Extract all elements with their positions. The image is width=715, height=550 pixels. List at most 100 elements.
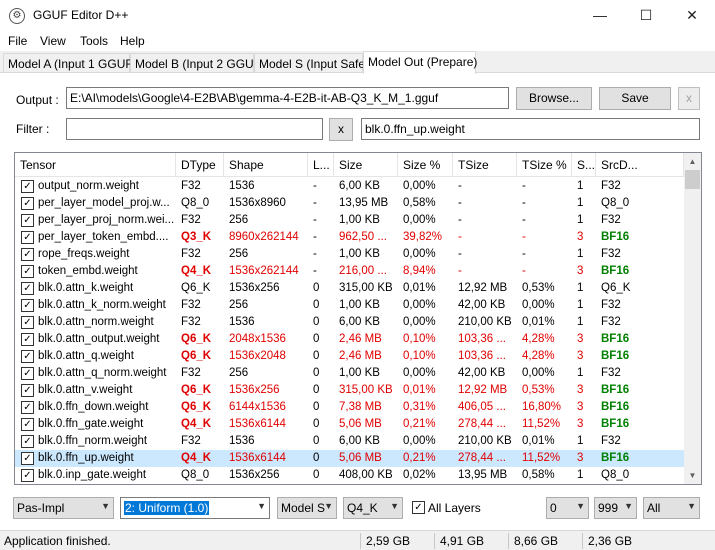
table-row[interactable]: ✓ blk.0.attn_q.weight Q6_K 1536x2048 0 2,46 M… (15, 348, 684, 365)
table-row[interactable]: ✓ blk.0.ffn_norm.weight F32 1536 0 6,00 KB 0,0… (15, 433, 684, 450)
cell-layer: 0 (313, 401, 320, 413)
cell-shape: 1536 (229, 316, 255, 328)
scroll-down-icon[interactable]: ▼ (684, 467, 701, 484)
maximize-button[interactable]: ☐ (623, 0, 669, 31)
table-row[interactable]: ✓ output_norm.weight F32 1536-6,00 KB 0,00% -… (15, 178, 684, 195)
cell-s: 3 (577, 401, 584, 413)
clear-output-button[interactable]: x (678, 87, 700, 110)
cell-tsize: - (458, 197, 462, 209)
cell-tsize-pct: 11,52% (522, 452, 561, 464)
clear-filter-button[interactable]: x (329, 118, 353, 141)
cell-size: 1,00 KB (339, 214, 380, 226)
col-dtype[interactable]: DType (176, 153, 224, 177)
col-tensor[interactable]: Tensor (15, 153, 176, 177)
cell-size: 216,00 ... (339, 265, 387, 277)
table-row[interactable]: ✓ blk.0.attn_norm.weight F32 1536 0 6,00 KB 0,… (15, 314, 684, 331)
menu-view[interactable]: View (40, 34, 66, 48)
scroll-thumb[interactable] (685, 170, 700, 189)
filter-input[interactable] (66, 118, 323, 140)
model-select[interactable]: Model S ▼ (277, 497, 337, 519)
table-row[interactable]: ✓ blk.0.attn_output.weight Q6_K 2048x1536 0 2… (15, 331, 684, 348)
cell-shape: 1536x256 (229, 384, 280, 396)
table-row[interactable]: ✓ blk.0.ffn_gate.weight Q4_K 1536x6144 0 5,06… (15, 416, 684, 433)
tab-model-s[interactable]: Model S (Input Safe) (254, 53, 369, 73)
cell-size-pct: 0,00% (403, 299, 436, 311)
selected-tensor-field[interactable]: blk.0.ffn_up.weight (361, 118, 700, 140)
cell-tensor: blk.0.ffn_norm.weight (38, 435, 148, 447)
minimize-button[interactable]: — (577, 0, 623, 31)
cell-size-pct: 0,58% (403, 197, 436, 209)
save-button[interactable]: Save (599, 87, 671, 110)
cell-size-pct: 0,02% (403, 469, 436, 481)
cell-src-dtype: BF16 (601, 231, 630, 243)
menu-tools[interactable]: Tools (80, 34, 108, 48)
table-row[interactable]: ✓ per_layer_token_embd.... Q3_K 8960x262144… (15, 229, 684, 246)
cell-s: 1 (577, 214, 584, 226)
scope-select[interactable]: All ▼ (643, 497, 700, 519)
cell-shape: 1536x262144 (229, 265, 299, 277)
cell-tsize: 42,00 KB (458, 367, 506, 379)
tensor-list[interactable]: Tensor DType Shape L... Size Size % TSiz… (14, 152, 702, 485)
table-row[interactable]: ✓ blk.0.ffn_up.weight Q4_K 1536x6144 0 5,06 M… (15, 450, 684, 467)
cell-size: 7,38 MB (339, 401, 382, 413)
impl-select[interactable]: Pas-Impl ▼ (13, 497, 114, 519)
close-button[interactable]: ✕ (669, 0, 715, 31)
cell-src-dtype: BF16 (601, 401, 630, 413)
cell-tensor: blk.0.ffn_up.weight (38, 452, 134, 464)
table-row[interactable]: ✓ blk.0.attn_q_norm.weight F32 256 0 1,00 KB 0… (15, 365, 684, 382)
browse-button[interactable]: Browse... (516, 87, 592, 110)
filter-label: Filter : (16, 122, 50, 136)
cell-tensor: blk.0.attn_q_norm.weight (38, 367, 167, 379)
mode-select-value: 2: Uniform (1.0) (124, 501, 210, 515)
cell-layer: 0 (313, 282, 320, 294)
scroll-up-icon[interactable]: ▲ (684, 153, 701, 170)
cell-size-pct: 0,00% (403, 316, 436, 328)
table-row[interactable]: ✓ token_embd.weight Q4_K 1536x262144-216,00… (15, 263, 684, 280)
layer-from-select[interactable]: 0 ▼ (546, 497, 589, 519)
layer-to-select[interactable]: 999 ▼ (594, 497, 637, 519)
col-src-dtype[interactable]: SrcD... (596, 153, 684, 177)
cell-size-pct: 0,10% (403, 350, 436, 362)
menu-file[interactable]: File (8, 34, 27, 48)
tab-model-b[interactable]: Model B (Input 2 GGUF) (130, 53, 265, 73)
col-layer[interactable]: L... (308, 153, 334, 177)
all-layers-checkbox[interactable]: ✓ (412, 501, 425, 514)
tab-model-a[interactable]: Model A (Input 1 GGUF) (3, 53, 137, 73)
table-row[interactable]: ✓ blk.0.ffn_down.weight Q6_K 6144x1536 0 7,38… (15, 399, 684, 416)
cell-src-dtype: BF16 (601, 418, 630, 430)
cell-src-dtype: F32 (601, 316, 621, 328)
mode-select[interactable]: 2: Uniform (1.0) ▼ (120, 497, 270, 519)
cell-tsize-pct: - (522, 248, 526, 260)
col-shape[interactable]: Shape (224, 153, 308, 177)
cell-tensor: blk.0.attn_norm.weight (38, 316, 154, 328)
tab-model-out[interactable]: Model Out (Prepare) (363, 51, 477, 74)
table-row[interactable]: ✓ blk.0.attn_k_norm.weight F32 256 0 1,00 KB 0… (15, 297, 684, 314)
cell-src-dtype: Q8_0 (601, 469, 630, 481)
table-row[interactable]: ✓ blk.0.attn_v.weight Q6_K 1536x256 0 315,00 … (15, 382, 684, 399)
cell-tensor: blk.0.ffn_gate.weight (38, 418, 144, 430)
model-select-value: Model S (281, 501, 326, 515)
cell-layer: 0 (313, 384, 320, 396)
col-s[interactable]: S... (572, 153, 596, 177)
cell-size: 2,46 MB (339, 333, 382, 345)
vertical-scrollbar[interactable]: ▲ ▼ (684, 153, 701, 484)
col-size-pct[interactable]: Size % (398, 153, 453, 177)
table-row[interactable]: ✓ blk.0.attn_k.weight Q6_K 1536x256 0 315,00 … (15, 280, 684, 297)
quant-select[interactable]: Q4_K ▼ (343, 497, 403, 519)
cell-shape: 256 (229, 367, 249, 379)
col-size[interactable]: Size (334, 153, 398, 177)
table-row[interactable]: ✓ per_layer_model_proj.w... Q8_0 1536x8960-… (15, 195, 684, 212)
col-tsize[interactable]: TSize (453, 153, 517, 177)
status-message: Application finished. (4, 534, 111, 548)
col-tsize-pct[interactable]: TSize % (517, 153, 572, 177)
cell-tsize-pct: 11,52% (522, 418, 561, 430)
cell-s: 1 (577, 282, 584, 294)
table-row[interactable]: ✓ blk.0.inp_gate.weight Q8_0 1536x256 0 408,0… (15, 467, 684, 484)
menu-help[interactable]: Help (120, 34, 145, 48)
status-bar: Application finished. 2,59 GB 4,91 GB 8,… (0, 530, 715, 550)
layer-from-value: 0 (550, 501, 557, 515)
table-row[interactable]: ✓ rope_freqs.weight F32 256-1,00 KB 0,00% - -1… (15, 246, 684, 263)
output-path-input[interactable]: E:\AI\models\Google\4-E2B\AB\gemma-4-E2B… (66, 87, 509, 109)
cell-dtype: Q6_K (181, 384, 212, 396)
table-row[interactable]: ✓ per_layer_proj_norm.wei... F32 256-1,00 K… (15, 212, 684, 229)
